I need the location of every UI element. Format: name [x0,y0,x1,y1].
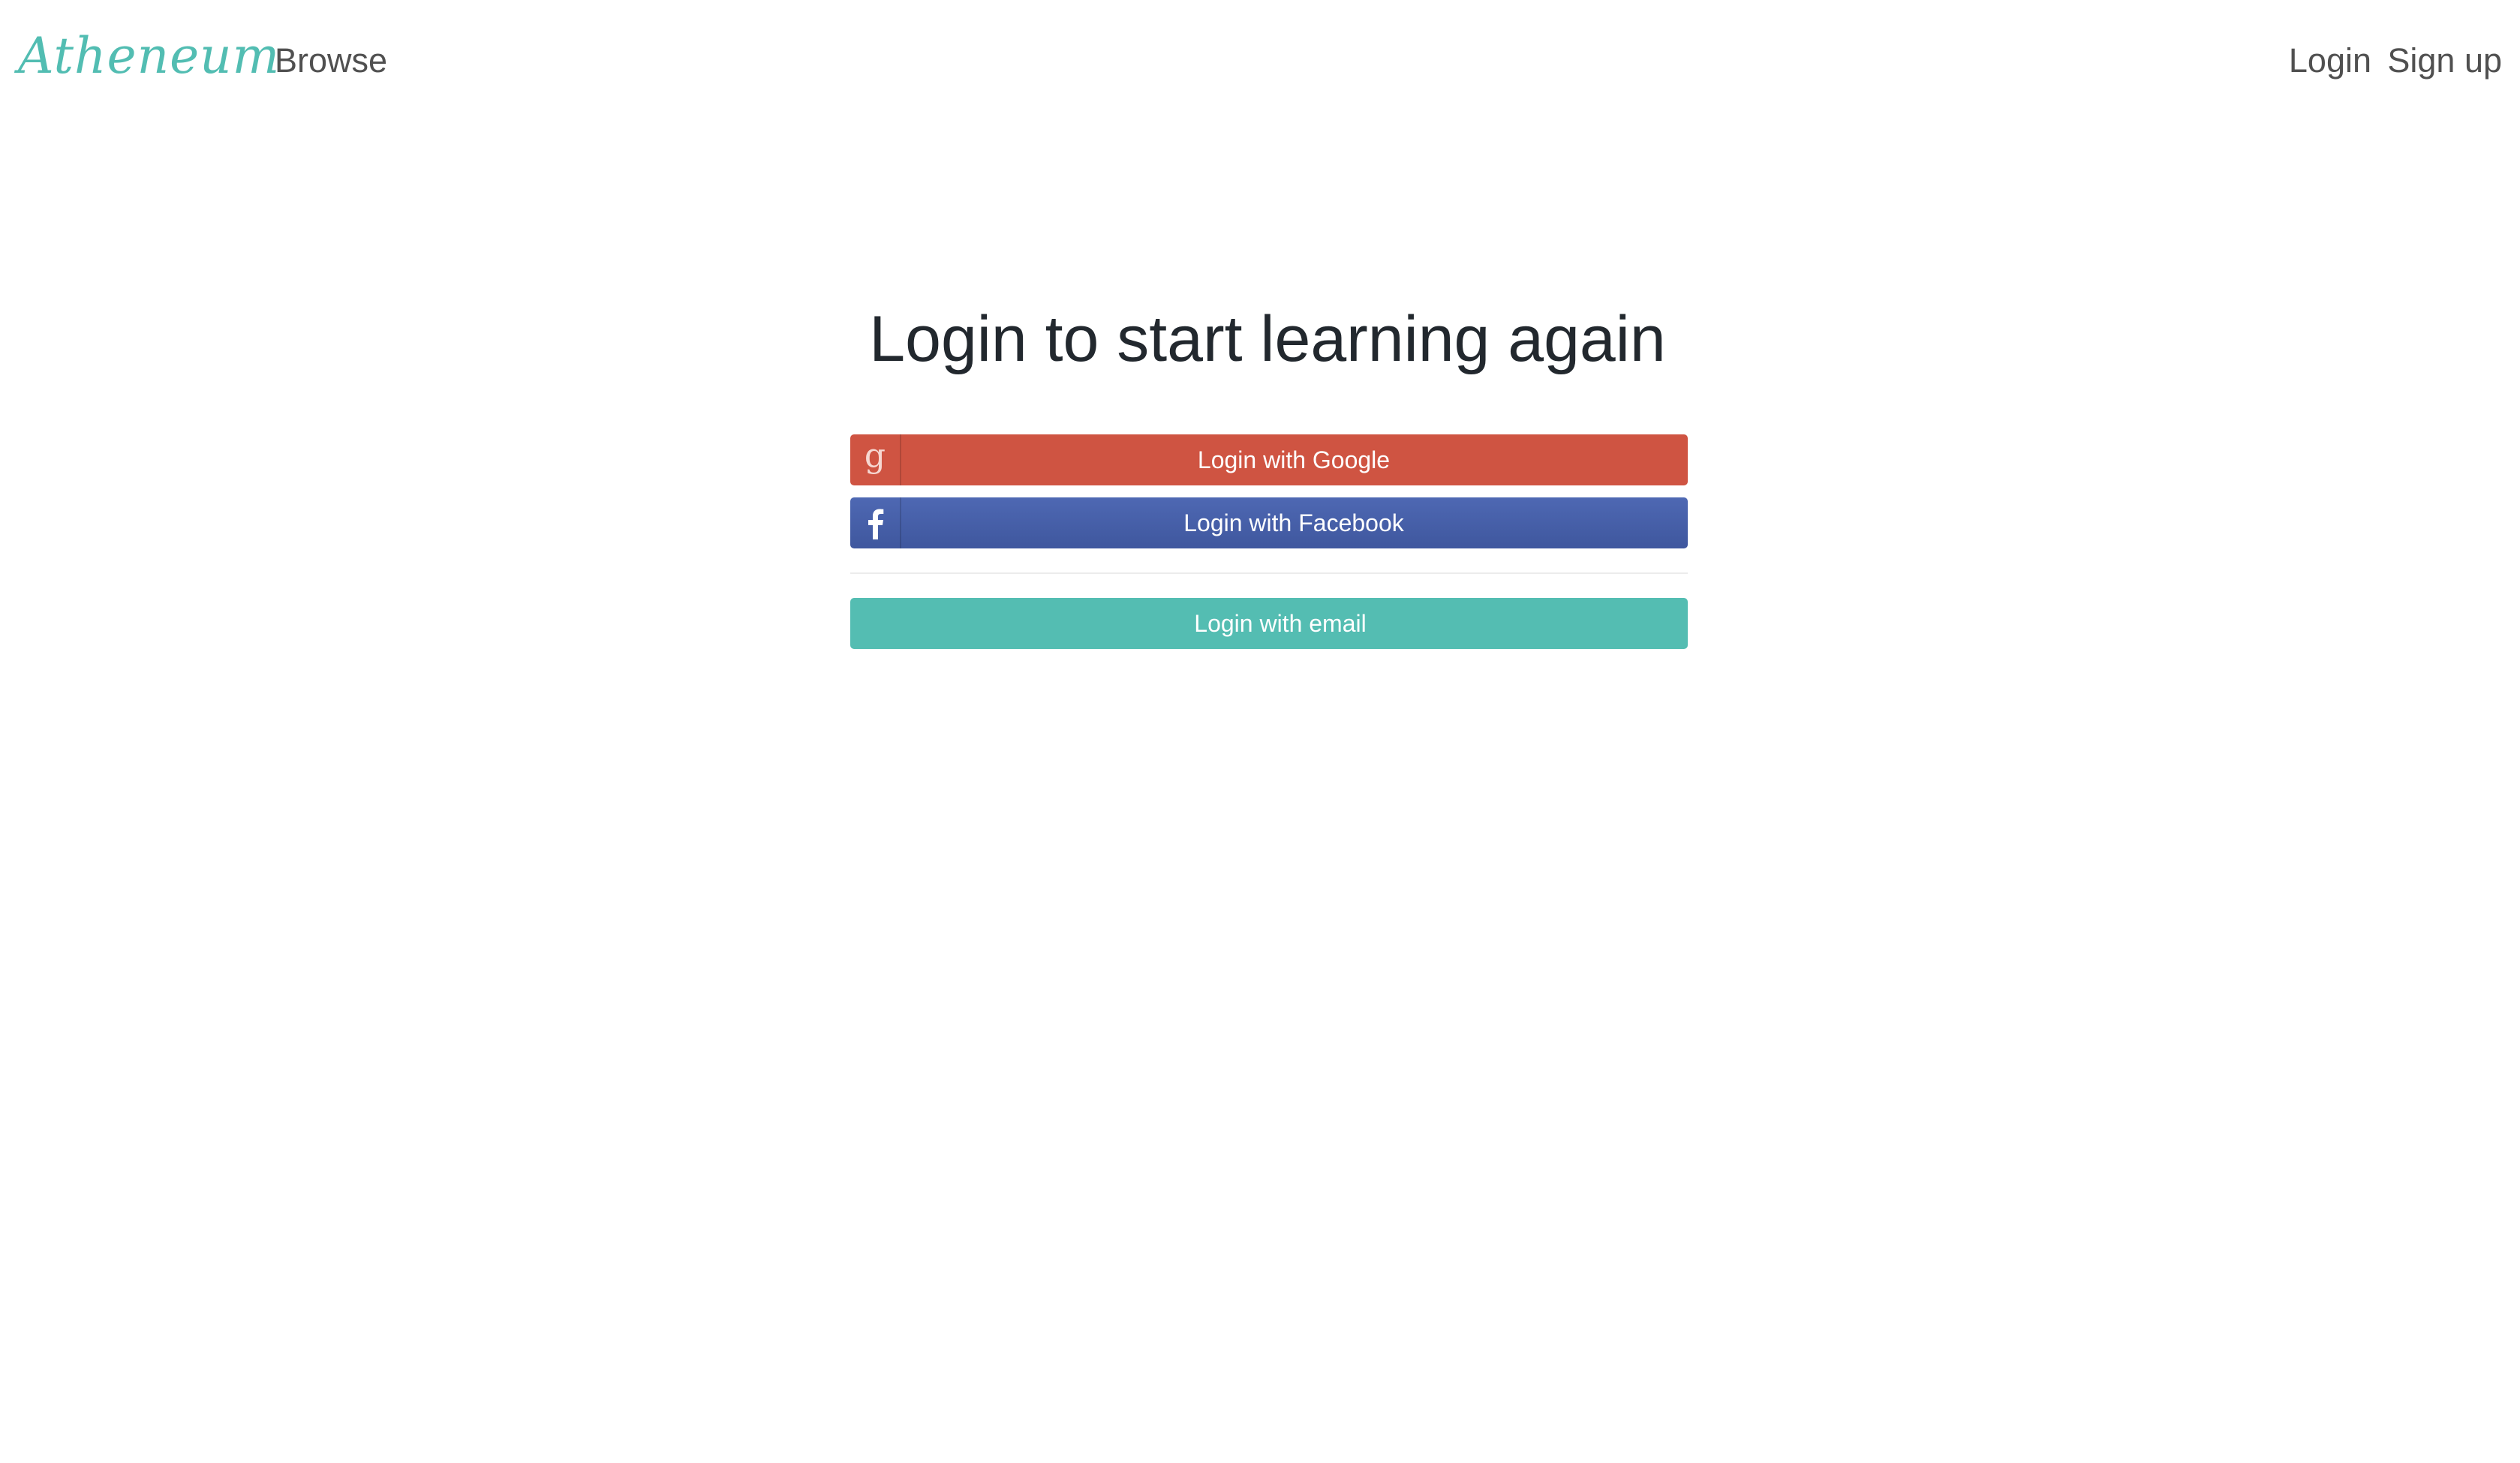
facebook-icon [850,497,901,548]
login-facebook-label: Login with Facebook [1183,509,1404,536]
login-facebook-button[interactable]: Login with Facebook [850,497,1688,548]
brand-logo[interactable]: Atheneum [18,23,280,90]
nav-browse-link[interactable]: Browse [275,38,387,84]
google-icon: g [850,434,901,485]
navbar: Atheneum Browse Login Sign up [0,0,2520,120]
nav-signup-link[interactable]: Sign up [2387,38,2502,84]
nav-login-link[interactable]: Login [2289,38,2371,84]
login-email-label: Login with email [1194,610,1367,637]
login-email-button[interactable]: Login with email [850,598,1688,649]
login-google-label: Login with Google [1197,446,1391,473]
login-options: g Login with Google Login with Facebook … [850,434,1688,649]
divider [850,572,1688,574]
svg-text:g: g [865,441,886,475]
page-title: Login to start learning again [869,303,1666,375]
login-google-button[interactable]: g Login with Google [850,434,1688,485]
